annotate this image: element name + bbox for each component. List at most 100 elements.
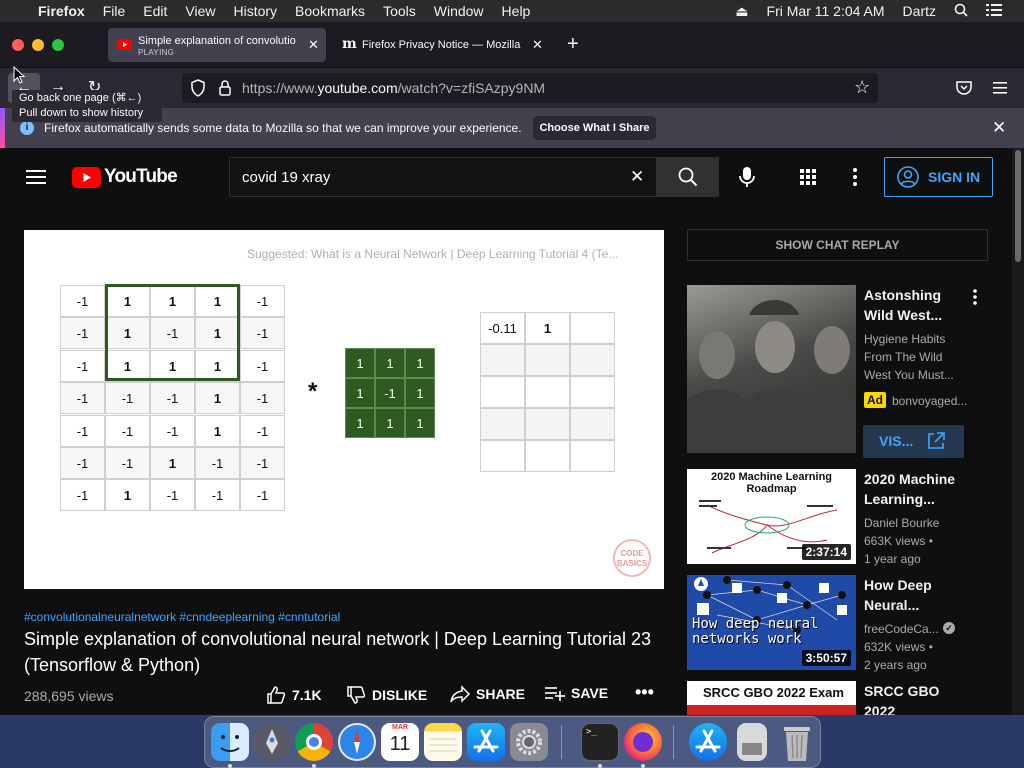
hashtags-link[interactable]: #convolutionalneuralnetwork #cnndeeplear… <box>24 610 340 624</box>
related-video-channel[interactable]: freeCodeCa... <box>864 620 939 638</box>
ad-card[interactable]: Astonshing Wild West... Hygiene Habits F… <box>687 285 1007 458</box>
video-thumbnail[interactable]: How deep neural networks work 3:50:57 <box>687 575 856 670</box>
window-minimize-button[interactable] <box>32 39 44 51</box>
youtube-logo-icon <box>72 166 101 188</box>
new-tab-plus-icon[interactable]: + <box>567 33 579 56</box>
search-box[interactable]: covid 19 xray ✕ <box>229 157 657 197</box>
dock-separator <box>673 725 674 759</box>
related-video-title[interactable]: 2020 Machine Learning... <box>864 469 964 509</box>
kernel-matrix-cell: -1 <box>375 378 405 408</box>
hamburger-menu-icon[interactable] <box>993 81 1007 99</box>
related-video-channel[interactable]: Daniel Bourke <box>864 514 939 532</box>
lock-icon[interactable] <box>218 79 232 102</box>
calendar-month: MAR <box>392 724 408 731</box>
video-thumbnail[interactable]: 2020 Machine Learning Roadmap 2:37:14 <box>687 469 856 564</box>
choose-what-i-share-button[interactable]: Choose What I Share <box>533 116 656 140</box>
visit-site-button[interactable]: VIS... <box>863 425 964 458</box>
input-matrix-cell: -1 <box>60 349 105 382</box>
sign-in-button[interactable]: SIGN IN <box>884 157 993 197</box>
input-matrix-cell: -1 <box>60 317 105 350</box>
view-count: 288,695 views <box>24 688 114 704</box>
input-matrix-cell: -1 <box>240 382 285 415</box>
share-button[interactable]: SHARE <box>450 685 525 703</box>
ad-badge: Ad <box>864 392 886 408</box>
tab-firefox-privacy[interactable]: m Firefox Privacy Notice — Mozilla ✕ <box>334 28 552 62</box>
microphone-icon[interactable] <box>738 166 756 193</box>
show-chat-replay-button[interactable]: SHOW CHAT REPLAY <box>687 229 988 261</box>
trash-icon[interactable] <box>778 723 816 761</box>
preview-document-icon[interactable] <box>737 723 767 761</box>
url-text[interactable]: https://www.youtube.com/watch?v=zfiSAzpy… <box>242 80 545 96</box>
like-button[interactable]: 7.1K <box>266 685 322 705</box>
more-actions-icon[interactable]: ••• <box>635 682 654 703</box>
menubar-user[interactable]: Dartz <box>894 3 945 19</box>
search-input[interactable]: covid 19 xray <box>242 169 330 186</box>
input-matrix-cell: -1 <box>240 447 285 479</box>
video-player[interactable]: Suggested: What is a Neural Network | De… <box>24 230 664 589</box>
related-video-title[interactable]: SRCC GBO 2022 Respons... <box>864 681 964 715</box>
related-video-card[interactable]: 2020 Machine Learning Roadmap 2:37:14 20… <box>687 469 1007 566</box>
search-button[interactable] <box>657 157 719 197</box>
save-button[interactable]: SAVE <box>545 685 608 701</box>
bookmark-star-icon[interactable]: ☆ <box>854 77 870 98</box>
menu-bookmarks[interactable]: Bookmarks <box>286 3 374 19</box>
input-matrix-cell: -1 <box>60 479 105 512</box>
app-store-icon[interactable] <box>467 723 505 761</box>
calendar-icon[interactable]: MAR 11 <box>381 723 419 761</box>
related-video-card[interactable]: How deep neural networks work 3:50:57 Ho… <box>687 575 1007 672</box>
url-bar[interactable]: https://www.youtube.com/watch?v=zfiSAzpy… <box>182 73 878 103</box>
window-close-button[interactable] <box>12 39 24 51</box>
ad-title[interactable]: Astonshing Wild West... <box>864 285 964 325</box>
menu-app-name[interactable]: Firefox <box>29 3 94 19</box>
spotlight-search-icon[interactable] <box>945 3 977 20</box>
clear-search-icon[interactable]: ✕ <box>630 167 644 187</box>
related-video-title[interactable]: How Deep Neural... <box>864 575 964 615</box>
tab-close-icon[interactable]: ✕ <box>532 37 543 53</box>
ad-thumbnail[interactable] <box>687 285 856 453</box>
video-thumbnail[interactable]: SRCC GBO 2022 Exam <box>687 681 856 715</box>
pocket-icon[interactable] <box>956 80 972 100</box>
tab-close-icon[interactable]: ✕ <box>308 37 319 53</box>
output-matrix-cell: 1 <box>525 312 570 344</box>
external-link-icon <box>928 432 945 449</box>
app-store-icon[interactable] <box>689 723 727 761</box>
notification-close-icon[interactable]: ✕ <box>992 118 1006 138</box>
firefox-icon[interactable] <box>624 723 662 761</box>
tracking-protection-shield-icon[interactable] <box>190 79 206 102</box>
notes-icon[interactable] <box>424 723 462 761</box>
terminal-icon[interactable]: >_ <box>581 723 619 761</box>
chrome-icon[interactable] <box>295 723 333 761</box>
window-zoom-button[interactable] <box>52 39 64 51</box>
share-label: SHARE <box>476 686 526 702</box>
control-center-icon[interactable] <box>977 3 1024 19</box>
youtube-logo[interactable]: YouTube <box>72 166 178 188</box>
menu-help[interactable]: Help <box>493 3 540 19</box>
menu-tools[interactable]: Tools <box>374 3 425 19</box>
finder-icon[interactable] <box>211 723 249 761</box>
scrollbar-thumb[interactable] <box>1015 150 1021 262</box>
system-preferences-icon[interactable] <box>510 723 548 761</box>
ad-more-icon[interactable] <box>973 289 977 310</box>
related-video-views: 632K views • <box>864 640 933 654</box>
share-icon <box>450 685 470 703</box>
tab-youtube-video[interactable]: Simple explanation of convolutio PLAYING… <box>108 28 326 62</box>
dock-separator <box>561 725 562 759</box>
menu-window[interactable]: Window <box>425 3 493 19</box>
menu-view[interactable]: View <box>176 3 224 19</box>
menu-history[interactable]: History <box>224 3 286 19</box>
related-video-card[interactable]: SRCC GBO 2022 Exam SRCC GBO 2022 Respons… <box>687 681 1007 715</box>
menubar-clock[interactable]: Fri Mar 11 2:04 AM <box>758 3 894 19</box>
youtube-page: YouTube covid 19 xray ✕ SIGN IN Suggeste… <box>0 148 1024 715</box>
guide-menu-icon[interactable] <box>26 169 46 190</box>
more-vertical-icon[interactable] <box>853 168 857 191</box>
page-scrollbar[interactable] <box>1012 148 1024 715</box>
safari-icon[interactable] <box>338 723 376 761</box>
tab-title: Simple explanation of convolutio <box>138 35 296 47</box>
launchpad-icon[interactable] <box>253 723 291 761</box>
apps-grid-icon[interactable] <box>800 169 816 190</box>
suggested-video-overlay[interactable]: Suggested: What is a Neural Network | De… <box>247 247 618 261</box>
menu-edit[interactable]: Edit <box>134 3 176 19</box>
dislike-button[interactable]: DISLIKE <box>346 685 427 705</box>
eject-icon[interactable]: ⏏ <box>726 3 757 20</box>
menu-file[interactable]: File <box>94 3 135 19</box>
